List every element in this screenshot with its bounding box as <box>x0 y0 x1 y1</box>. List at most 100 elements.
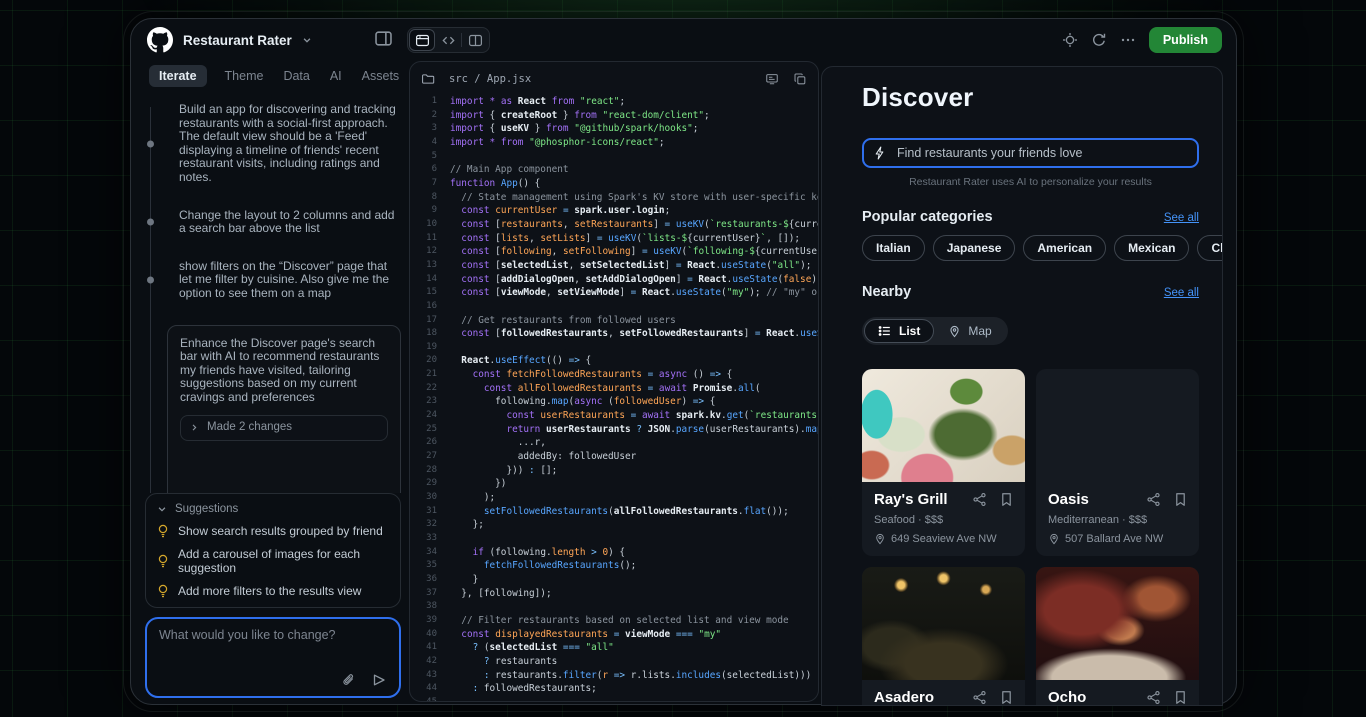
suggestion-item[interactable]: Show search results grouped by friend <box>157 524 389 538</box>
made-changes-expander[interactable]: Made 2 changes <box>180 415 388 441</box>
share-icon[interactable] <box>972 492 987 507</box>
code-text: // Get restaurants from followed users <box>450 314 818 328</box>
code-line: 20 React.useEffect(() => { <box>410 354 818 368</box>
toggle-label: List <box>899 324 920 338</box>
category-chip-chinese[interactable]: Chinese <box>1197 235 1223 261</box>
code-text: const [followedRestaurants, setFollowedR… <box>450 327 818 341</box>
nearby-see-all-link[interactable]: See all <box>1164 287 1199 299</box>
code-text: import { createRoot } from "react-dom/cl… <box>450 109 818 123</box>
format-icon[interactable] <box>765 72 779 86</box>
code-line: 17 // Get restaurants from followed user… <box>410 314 818 328</box>
code-text: const [addDialogOpen, setAddDialogOpen] … <box>450 273 818 287</box>
suggestion-item[interactable]: Add a carousel of images for each sugges… <box>157 547 389 575</box>
code-text: const [selectedList, setSelectedList] = … <box>450 259 818 273</box>
preview-icon[interactable] <box>409 29 435 51</box>
code-text: // Filter restaurants based on selected … <box>450 614 818 628</box>
suggestion-label: Show search results grouped by friend <box>178 524 383 538</box>
refresh-icon[interactable] <box>1091 32 1107 48</box>
share-icon[interactable] <box>1146 492 1161 507</box>
lightbulb-icon <box>157 524 169 538</box>
publish-button[interactable]: Publish <box>1149 27 1222 53</box>
suggestion-item[interactable]: Add more filters to the results view <box>157 584 389 598</box>
code-line: 38 <box>410 600 818 614</box>
editor-header: src / App.jsx <box>410 66 818 92</box>
tab-ai[interactable]: AI <box>328 65 344 87</box>
prompt-timeline[interactable]: Build an app for discovering and trackin… <box>145 103 401 493</box>
timeline-item[interactable]: Enhance the Discover page's search bar w… <box>167 325 401 493</box>
timeline-item[interactable]: show filters on the “Discover” page that… <box>179 260 401 301</box>
location-pin-icon <box>874 533 886 545</box>
restaurant-card[interactable]: Ocho <box>1036 567 1199 706</box>
timeline-item[interactable]: Build an app for discovering and trackin… <box>179 103 401 185</box>
target-icon[interactable] <box>1062 32 1078 48</box>
popular-title: Popular categories <box>862 209 993 225</box>
app-title[interactable]: Restaurant Rater <box>183 33 292 48</box>
nearby-section-header: Nearby See all <box>862 284 1199 300</box>
code-text: ? (selectedList === "all" <box>450 641 818 655</box>
timeline-dot <box>147 140 154 147</box>
sidebar-toggle-icon[interactable] <box>374 29 393 48</box>
popular-see-all-link[interactable]: See all <box>1164 212 1199 224</box>
code-line: 35 fetchFollowedRestaurants(); <box>410 559 818 573</box>
attach-icon[interactable] <box>341 672 356 688</box>
card-actions <box>1146 690 1187 705</box>
line-number: 22 <box>410 382 437 396</box>
code-text: const userRestaurants = await spark.kv.g… <box>450 409 818 423</box>
card-body: OasisMediterranean · $$$507 Ballard Ave … <box>1036 482 1199 545</box>
tab-iterate[interactable]: Iterate <box>149 65 207 87</box>
restaurant-name: Asadero <box>874 689 972 706</box>
line-number: 7 <box>410 177 437 191</box>
code-icon[interactable] <box>435 29 461 51</box>
code-line: 29 }) <box>410 477 818 491</box>
copy-icon[interactable] <box>793 72 807 86</box>
suggestions-box: Suggestions Show search results grouped … <box>145 493 401 608</box>
category-chip-mexican[interactable]: Mexican <box>1114 235 1189 261</box>
send-icon[interactable] <box>371 672 387 688</box>
breadcrumb[interactable]: src / App.jsx <box>449 73 751 85</box>
line-number: 14 <box>410 273 437 287</box>
more-options-icon[interactable] <box>1120 32 1136 48</box>
chevron-down-icon[interactable] <box>302 35 312 45</box>
line-number: 8 <box>410 191 437 205</box>
split-view-icon[interactable] <box>462 29 488 51</box>
card-actions <box>972 492 1013 507</box>
bookmark-icon[interactable] <box>1174 492 1187 507</box>
folder-icon[interactable] <box>421 72 435 86</box>
restaurant-card[interactable]: Asadero <box>862 567 1025 706</box>
bookmark-icon[interactable] <box>1000 690 1013 705</box>
line-number: 34 <box>410 546 437 560</box>
line-number: 38 <box>410 600 437 614</box>
code-line: 23 following.map(async (followedUser) =>… <box>410 395 818 409</box>
tab-theme[interactable]: Theme <box>223 65 266 87</box>
code-line: 3import { useKV } from "@github/spark/ho… <box>410 122 818 136</box>
category-chip-american[interactable]: American <box>1023 235 1106 261</box>
card-title-row: Oasis <box>1048 491 1187 508</box>
search-input[interactable] <box>895 145 1187 161</box>
line-number: 36 <box>410 573 437 587</box>
tab-data[interactable]: Data <box>281 65 311 87</box>
cuisine-price: Seafood · $$$ <box>874 514 1013 526</box>
share-icon[interactable] <box>1146 690 1161 705</box>
share-icon[interactable] <box>972 690 987 705</box>
restaurant-photo <box>862 369 1025 482</box>
view-toggle-list[interactable]: List <box>864 319 934 343</box>
bookmark-icon[interactable] <box>1174 690 1187 705</box>
page-title: Discover <box>862 82 1199 113</box>
timeline-prompt-text: Enhance the Discover page's search bar w… <box>180 337 388 405</box>
tab-assets[interactable]: Assets <box>360 65 402 87</box>
category-chip-japanese[interactable]: Japanese <box>933 235 1016 261</box>
line-number: 2 <box>410 109 437 123</box>
timeline-item[interactable]: Change the layout to 2 columns and add a… <box>179 209 401 236</box>
view-toggle-map[interactable]: Map <box>934 319 1005 343</box>
bookmark-icon[interactable] <box>1000 492 1013 507</box>
github-logo <box>147 27 173 53</box>
chevron-down-icon <box>157 504 167 514</box>
code-text: // State management using Spark's KV sto… <box>450 191 818 205</box>
suggestions-header[interactable]: Suggestions <box>157 503 389 515</box>
code-area[interactable]: 1import * as React from "react";2import … <box>410 92 818 702</box>
restaurant-card[interactable]: Ray's GrillSeafood · $$$649 Seaview Ave … <box>862 369 1025 556</box>
category-chip-italian[interactable]: Italian <box>862 235 925 261</box>
code-line: 26 ...r, <box>410 436 818 450</box>
card-title-row: Ocho <box>1048 689 1187 706</box>
restaurant-card[interactable]: OasisMediterranean · $$$507 Ballard Ave … <box>1036 369 1199 556</box>
